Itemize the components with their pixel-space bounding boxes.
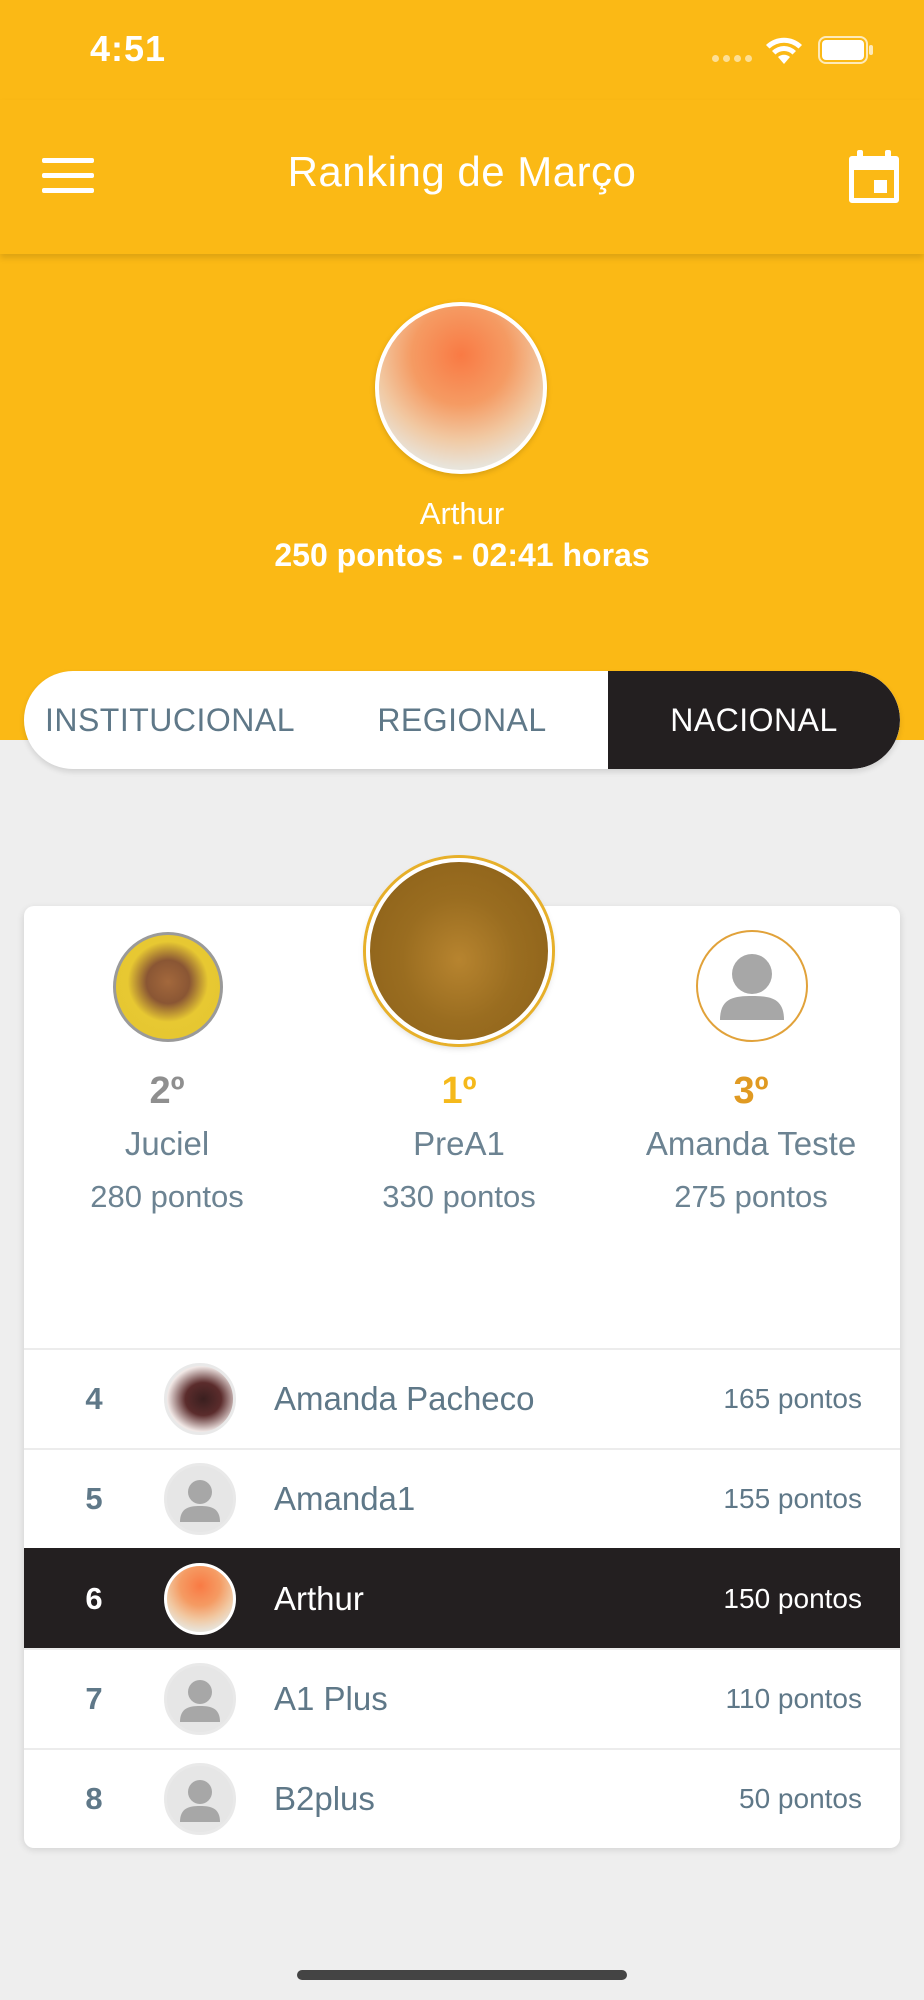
row-name: A1 Plus <box>274 1680 388 1717</box>
row-rank: 4 <box>85 1381 103 1416</box>
row-name: Amanda1 <box>274 1480 416 1517</box>
calendar-icon[interactable] <box>848 148 900 204</box>
tab-regional[interactable]: REGIONAL <box>316 671 608 769</box>
avatar <box>164 1563 236 1635</box>
wifi-icon <box>766 37 802 64</box>
current-user-stats: 250 pontos - 02:41 horas <box>274 537 650 573</box>
user-placeholder-icon <box>720 954 784 1020</box>
ranking-scope-tabs: INSTITUCIONAL REGIONAL NACIONAL <box>24 671 900 769</box>
table-row[interactable]: 5 Amanda1 155 pontos <box>24 1448 900 1548</box>
second-place-name: Juciel <box>124 1125 210 1162</box>
row-rank: 7 <box>85 1681 103 1716</box>
first-place-avatar[interactable] <box>366 858 552 1044</box>
third-place-avatar[interactable] <box>696 930 808 1042</box>
status-time: 4:51 <box>90 28 167 69</box>
avatar <box>164 1763 236 1835</box>
second-place-info: 2º Juciel 280 pontos <box>27 1070 307 1215</box>
user-placeholder-icon <box>180 1680 220 1722</box>
table-row[interactable]: 8 B2plus 50 pontos <box>24 1748 900 1848</box>
current-user-name: Arthur <box>419 496 505 531</box>
table-row[interactable]: 7 A1 Plus 110 pontos <box>24 1648 900 1748</box>
table-row[interactable]: 4 Amanda Pacheco 165 pontos <box>24 1348 900 1448</box>
avatar <box>164 1463 236 1535</box>
app-bar: Ranking de Março <box>0 100 924 254</box>
first-place-name: PreA1 <box>413 1125 505 1162</box>
tab-institucional[interactable]: INSTITUCIONAL <box>24 671 316 769</box>
second-place-points: 280 pontos <box>90 1179 244 1214</box>
row-rank: 5 <box>85 1481 103 1516</box>
ranking-list: 4 Amanda Pacheco 165 pontos 5 Amanda1 15… <box>24 1348 900 1848</box>
row-rank: 8 <box>85 1781 103 1816</box>
row-points: 165 pontos <box>723 1383 862 1414</box>
third-place-rank: 3º <box>733 1070 769 1112</box>
third-place-info: 3º Amanda Teste 275 pontos <box>611 1070 891 1215</box>
first-place-points: 330 pontos <box>382 1179 536 1214</box>
cellular-signal-icon <box>712 55 752 62</box>
first-place-info: 1º PreA1 330 pontos <box>319 1070 599 1215</box>
row-points: 50 pontos <box>739 1783 862 1814</box>
second-place-rank: 2º <box>149 1070 185 1112</box>
second-place-avatar[interactable] <box>113 932 223 1042</box>
page-title: Ranking de Março <box>287 148 637 195</box>
home-indicator[interactable] <box>297 1970 627 1980</box>
row-name: Arthur <box>274 1580 364 1617</box>
user-placeholder-icon <box>180 1480 220 1522</box>
row-name: Amanda Pacheco <box>274 1380 535 1417</box>
third-place-points: 275 pontos <box>674 1179 828 1214</box>
avatar <box>164 1663 236 1735</box>
row-points: 155 pontos <box>723 1483 862 1514</box>
tab-nacional[interactable]: NACIONAL <box>608 671 900 769</box>
avatar <box>164 1363 236 1435</box>
row-name: B2plus <box>274 1780 375 1817</box>
row-points: 110 pontos <box>725 1683 863 1714</box>
current-user-avatar[interactable] <box>375 302 547 474</box>
user-placeholder-icon <box>180 1780 220 1822</box>
battery-icon <box>818 36 873 64</box>
row-rank: 6 <box>85 1581 103 1616</box>
current-user-row[interactable]: 6 Arthur 150 pontos <box>24 1548 900 1648</box>
third-place-name: Amanda Teste <box>645 1125 857 1162</box>
row-points: 150 pontos <box>723 1583 862 1614</box>
first-place-rank: 1º <box>441 1070 477 1112</box>
status-bar: 4:51 <box>0 0 924 100</box>
